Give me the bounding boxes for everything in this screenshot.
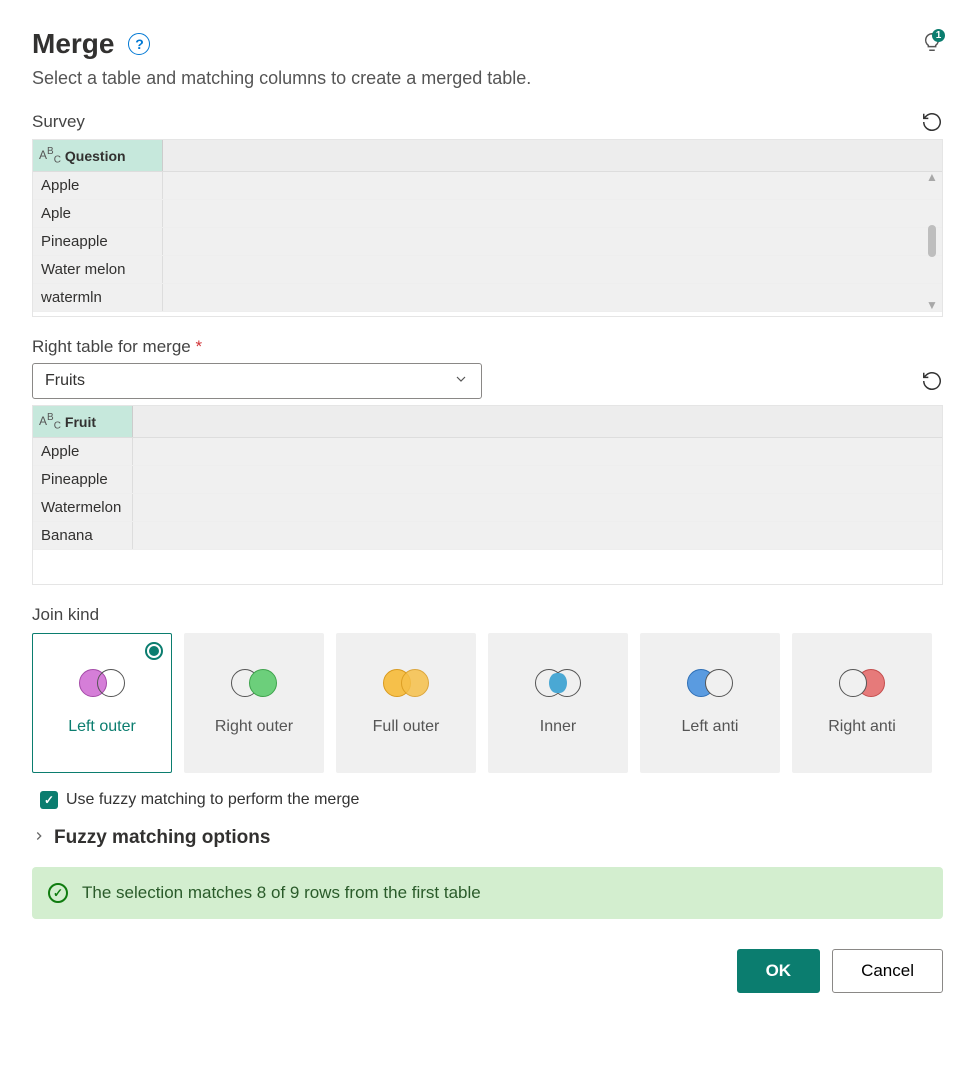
table-header-row: ABC Fruit: [33, 406, 942, 438]
table-row[interactable]: Banana: [33, 522, 942, 550]
fuzzy-matching-checkbox[interactable]: ✓: [40, 791, 58, 809]
table-row[interactable]: Aple: [33, 200, 942, 228]
success-icon: ✓: [48, 883, 68, 903]
right-table-preview[interactable]: ABC Fruit Apple Pineapple Watermelon Ban…: [32, 405, 943, 585]
join-kind-group: Left outer Right outer Full outer Inner: [32, 633, 943, 773]
venn-right-outer-icon: [231, 669, 277, 699]
right-table-label: Right table for merge *: [32, 337, 202, 357]
venn-left-anti-icon: [687, 669, 733, 699]
dialog-header: Merge ? 1: [32, 28, 943, 60]
match-status-message: The selection matches 8 of 9 rows from t…: [82, 883, 481, 903]
selected-indicator-icon: [145, 642, 163, 660]
join-inner[interactable]: Inner: [488, 633, 628, 773]
left-table-preview[interactable]: ABC Question Apple Aple Pineapple Water …: [32, 139, 943, 317]
table-row[interactable]: Apple: [33, 438, 942, 466]
type-icon: ABC: [39, 412, 61, 431]
join-kind-label: Join kind: [32, 605, 943, 625]
column-header-question[interactable]: ABC Question: [33, 140, 163, 171]
join-right-outer[interactable]: Right outer: [184, 633, 324, 773]
fuzzy-options-expander[interactable]: Fuzzy matching options: [32, 827, 943, 849]
table-row[interactable]: Watermelon: [33, 494, 942, 522]
table-row[interactable]: Apple: [33, 172, 942, 200]
venn-right-anti-icon: [839, 669, 885, 699]
left-table-label: Survey: [32, 112, 85, 132]
venn-inner-icon: [535, 669, 581, 699]
type-icon: ABC: [39, 146, 61, 165]
right-table-select-value: Fruits: [45, 372, 85, 390]
dialog-footer: OK Cancel: [32, 949, 943, 993]
help-icon[interactable]: ?: [128, 33, 150, 55]
refresh-icon[interactable]: [921, 111, 943, 133]
venn-full-outer-icon: [383, 669, 429, 699]
scroll-thumb[interactable]: [928, 225, 936, 257]
cancel-button[interactable]: Cancel: [832, 949, 943, 993]
chevron-down-icon: [453, 371, 469, 392]
table-row[interactable]: Pineapple: [33, 466, 942, 494]
join-left-outer[interactable]: Left outer: [32, 633, 172, 773]
dialog-title: Merge: [32, 28, 114, 60]
join-full-outer[interactable]: Full outer: [336, 633, 476, 773]
venn-left-outer-icon: [79, 669, 125, 699]
join-left-anti[interactable]: Left anti: [640, 633, 780, 773]
dialog-subtitle: Select a table and matching columns to c…: [32, 68, 943, 89]
table-row[interactable]: Water melon: [33, 256, 942, 284]
column-header-fruit[interactable]: ABC Fruit: [33, 406, 133, 437]
scroll-down-icon[interactable]: ▼: [926, 298, 938, 312]
join-right-anti[interactable]: Right anti: [792, 633, 932, 773]
right-table-select[interactable]: Fruits: [32, 363, 482, 399]
table-row[interactable]: watermln: [33, 284, 942, 312]
ideas-badge: 1: [932, 29, 945, 42]
refresh-icon[interactable]: [921, 370, 943, 392]
ok-button[interactable]: OK: [737, 949, 821, 993]
table-header-row: ABC Question: [33, 140, 942, 172]
chevron-right-icon: [32, 829, 46, 848]
ideas-icon[interactable]: 1: [921, 31, 943, 58]
scroll-up-icon[interactable]: ▲: [926, 170, 938, 184]
match-status-banner: ✓ The selection matches 8 of 9 rows from…: [32, 867, 943, 919]
table-row[interactable]: Pineapple: [33, 228, 942, 256]
scrollbar[interactable]: ▲ ▼: [926, 170, 938, 312]
fuzzy-matching-label: Use fuzzy matching to perform the merge: [66, 791, 359, 809]
